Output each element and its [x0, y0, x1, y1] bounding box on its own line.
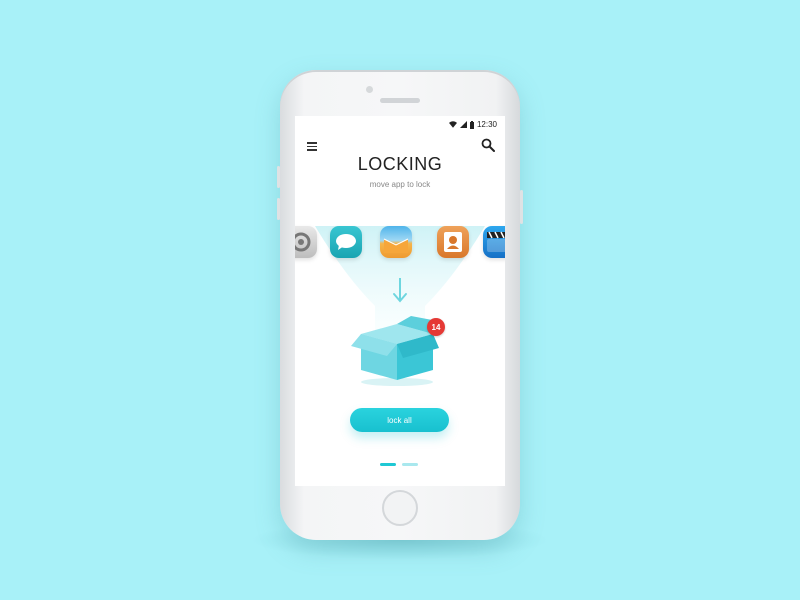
lock-all-button[interactable]: lock all — [350, 408, 449, 432]
contacts-app-icon[interactable] — [437, 226, 469, 258]
search-icon[interactable] — [481, 138, 495, 152]
arrow-down-icon — [393, 278, 407, 303]
wifi-icon — [448, 121, 457, 128]
phone-side-button-2 — [277, 198, 280, 220]
app-carousel[interactable] — [295, 226, 505, 260]
settings-app-icon[interactable] — [295, 226, 317, 258]
phone-screen: 12:30 LOCKING move app to lock 14 lock a… — [295, 116, 505, 486]
hamburger-menu-icon[interactable] — [307, 142, 317, 151]
page-subtitle: move app to lock — [369, 180, 431, 189]
battery-icon — [469, 120, 474, 129]
page-indicator — [380, 463, 418, 466]
front-camera — [366, 86, 373, 93]
messages-app-icon[interactable] — [330, 226, 362, 258]
phone-power-button — [520, 190, 523, 224]
phone-device: 12:30 LOCKING move app to lock 14 lock a… — [277, 70, 523, 540]
locked-count-badge: 14 — [427, 318, 445, 336]
page-dot-active[interactable] — [380, 463, 396, 466]
earpiece-speaker — [380, 98, 420, 103]
video-app-icon[interactable] — [483, 226, 505, 258]
home-button[interactable] — [382, 490, 418, 526]
signal-icon — [459, 121, 467, 128]
page-title: LOCKING — [357, 154, 443, 174]
mail-app-icon[interactable] — [380, 226, 412, 258]
page-dot[interactable] — [402, 463, 418, 466]
status-time: 12:30 — [476, 120, 497, 129]
phone-side-button-1 — [277, 166, 280, 188]
status-bar: 12:30 — [448, 120, 497, 129]
